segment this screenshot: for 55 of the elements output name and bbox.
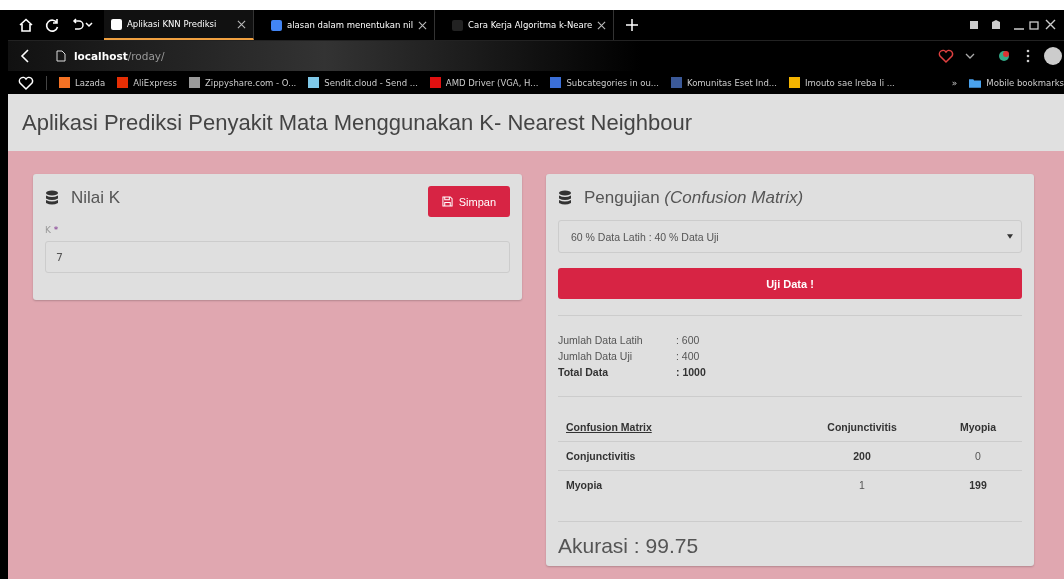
split-dropdown[interactable]: 60 % Data Latih : 40 % Data Uji — [558, 220, 1022, 253]
column-header: Confusion Matrix — [566, 421, 652, 433]
save-button[interactable]: Simpan — [427, 186, 510, 217]
row-header: Conjunctivitis — [566, 450, 636, 462]
reload-icon[interactable] — [44, 17, 60, 33]
stat-value: : 600 — [676, 333, 700, 348]
column-header: Conjunctivitis — [827, 421, 897, 433]
close-icon[interactable] — [418, 20, 428, 30]
stat-label: Jumlah Data Latih — [558, 333, 644, 348]
test-button[interactable]: Uji Data ! — [558, 268, 1022, 299]
undo-icon[interactable] — [70, 17, 94, 33]
input-field[interactable]: 7 — [45, 241, 510, 273]
row-header: Myopia — [566, 479, 603, 491]
tab-title: Cara Kerja Algoritma k-Neare — [468, 20, 593, 30]
card-title: Nilai K — [71, 188, 121, 208]
stat-label: Jumlah Data Uji — [558, 349, 634, 364]
bookmark-link[interactable]: Lazada — [59, 77, 106, 88]
table-cell: 0 — [975, 450, 981, 462]
tab-title: alasan dalam menentukan nil — [287, 20, 414, 30]
new-tab-icon[interactable] — [624, 17, 641, 33]
accuracy-text: Akurasi : 99.75 — [558, 534, 700, 558]
database-icon — [558, 190, 572, 206]
floppy-icon — [441, 196, 453, 207]
more-bookmarks-button[interactable]: » — [951, 77, 958, 88]
card-title: Pengujian (Confusion Matrix) — [584, 188, 804, 208]
database-icon — [45, 190, 59, 206]
bookmark-link[interactable]: Zippyshare.com - O... — [188, 77, 297, 88]
avatar-icon[interactable] — [1044, 47, 1062, 65]
caret-icon — [1007, 234, 1013, 239]
required-mark: * — [53, 225, 59, 235]
bookmark-link[interactable]: Komunitas Eset Ind... — [671, 77, 777, 88]
heart-icon[interactable] — [18, 74, 34, 91]
browser-tab[interactable]: Aplikasi KNN Prediksi — [104, 10, 254, 40]
close-icon[interactable] — [597, 20, 607, 30]
page-title: Aplikasi Prediksi Penyakit Mata Menggunakan K- Nearest Neighbour — [22, 109, 693, 136]
home-icon[interactable] — [18, 17, 34, 33]
bookmark-link[interactable]: AliExpress — [117, 77, 177, 88]
bookmark-link[interactable]: Sendit.cloud - Send ... — [308, 77, 418, 88]
close-icon[interactable] — [237, 19, 246, 29]
stat-value: : 400 — [676, 349, 700, 364]
folder-icon — [969, 77, 982, 88]
table-cell: 200 — [853, 450, 871, 462]
stat-value: : 1000 — [676, 365, 706, 380]
table-cell: 199 — [969, 479, 987, 491]
tab-title: Aplikasi KNN Prediksi — [127, 19, 218, 29]
stat-label: Total Data — [558, 365, 609, 380]
table-cell: 1 — [859, 479, 865, 491]
bookmark-link[interactable]: Subcategories in ou... — [550, 77, 659, 88]
page-icon — [56, 50, 66, 62]
bookmark-link[interactable]: Imouto sae lreba li ... — [788, 77, 895, 88]
bookmark-link[interactable]: AMD Driver (VGA, H... — [429, 77, 539, 88]
bookmark-folder[interactable]: Mobile bookmarks — [969, 77, 1064, 88]
column-header: Myopia — [959, 421, 997, 433]
address-bar[interactable]: localhost/roday/ — [74, 50, 165, 62]
field-label: K — [45, 225, 51, 235]
